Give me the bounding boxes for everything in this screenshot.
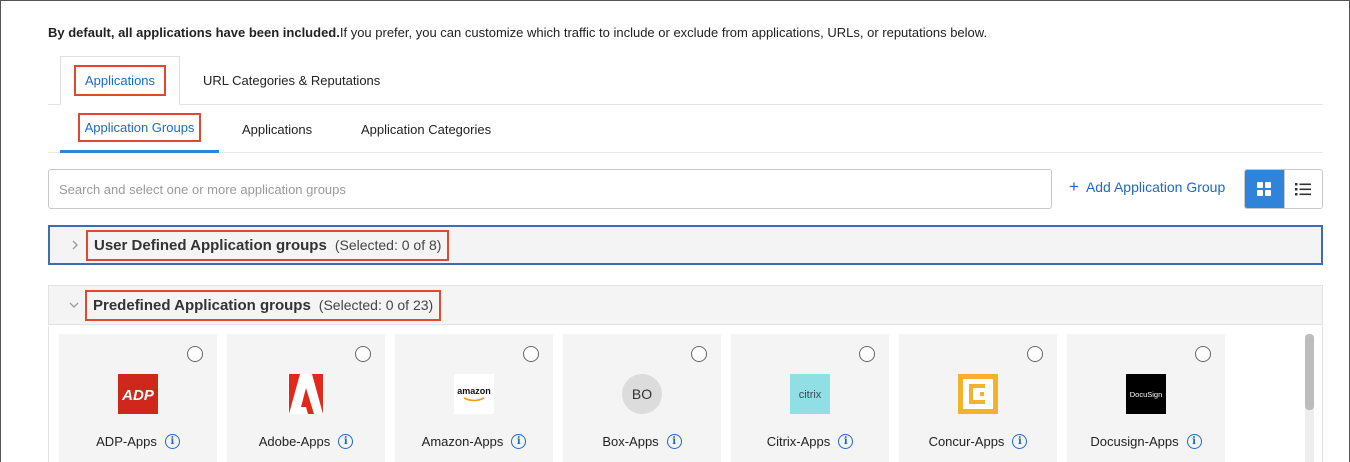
section-user-defined-header: User Defined Application groups (Selecte… <box>86 229 450 261</box>
tab-url-categories[interactable]: URL Categories & Reputations <box>203 56 380 105</box>
select-radio[interactable] <box>187 346 203 362</box>
chevron-right-icon <box>66 240 84 250</box>
section-user-defined-groups[interactable]: User Defined Application groups (Selecte… <box>48 225 1323 265</box>
card-name: Docusign-Apps <box>1090 434 1179 449</box>
list-view-icon <box>1295 182 1312 195</box>
info-icon[interactable]: i <box>164 434 180 449</box>
section-predefined-header: Predefined Application groups (Selected:… <box>85 289 442 321</box>
docusign-logo: DocuSign <box>1126 374 1166 414</box>
info-icon[interactable]: i <box>1186 434 1202 449</box>
card-box-apps[interactable]: BO Box-Apps i <box>563 334 721 462</box>
section-predefined-groups[interactable]: Predefined Application groups (Selected:… <box>48 285 1323 325</box>
tab-applications[interactable]: Applications <box>60 56 180 105</box>
card-citrix-apps[interactable]: citrix Citrix-Apps i <box>731 334 889 462</box>
add-application-group-button[interactable]: + Add Application Group <box>1069 177 1226 196</box>
card-name-row: Amazon-Apps i <box>395 434 553 449</box>
card-concur-apps[interactable]: Concur-Apps i <box>899 334 1057 462</box>
subtab-application-groups[interactable]: Application Groups <box>60 105 219 153</box>
main-tabs: Applications URL Categories & Reputation… <box>48 56 1323 105</box>
tab-applications-label: Applications <box>73 65 167 96</box>
svg-text:DocuSign: DocuSign <box>1130 390 1163 399</box>
section-title: Predefined Application groups <box>93 296 311 314</box>
chevron-down-icon <box>65 301 83 309</box>
card-name-row: Citrix-Apps i <box>731 434 889 449</box>
card-adobe-apps[interactable]: Adobe-Apps i <box>227 334 385 462</box>
info-icon[interactable]: i <box>338 434 354 449</box>
card-name-row: Adobe-Apps i <box>227 434 385 449</box>
subtab-application-categories-label: Application Categories <box>361 121 492 137</box>
adp-logo: ADP <box>118 374 158 414</box>
svg-text:BO: BO <box>632 386 652 402</box>
card-amazon-apps[interactable]: amazon Amazon-Apps i <box>395 334 553 462</box>
scrollbar-thumb[interactable] <box>1305 334 1314 410</box>
subtab-application-categories[interactable]: Application Categories <box>361 105 491 153</box>
card-name: Adobe-Apps <box>258 434 331 449</box>
section-count: (Selected: 0 of 8) <box>334 236 442 253</box>
select-radio[interactable] <box>1195 346 1211 362</box>
card-name: ADP-Apps <box>96 434 157 449</box>
search-input[interactable] <box>48 169 1052 209</box>
grid-view-button[interactable] <box>1245 170 1284 208</box>
plus-icon: + <box>1069 177 1079 196</box>
info-icon[interactable]: i <box>666 434 682 449</box>
select-radio[interactable] <box>1027 346 1043 362</box>
card-adp-apps[interactable]: ADP ADP-Apps i <box>59 334 217 462</box>
application-group-cards: ADP ADP-Apps i Adobe-Apps i amazon Amazo… <box>48 326 1323 462</box>
select-radio[interactable] <box>691 346 707 362</box>
adobe-logo <box>286 374 326 414</box>
card-name: Citrix-Apps <box>766 434 831 449</box>
list-view-button[interactable] <box>1283 170 1322 208</box>
svg-text:ADP: ADP <box>121 387 155 404</box>
view-toggle <box>1244 169 1323 209</box>
section-title: User Defined Application groups <box>94 236 327 254</box>
info-icon[interactable]: i <box>838 434 854 449</box>
tab-url-categories-label: URL Categories & Reputations <box>203 73 381 88</box>
svg-text:amazon: amazon <box>457 386 491 396</box>
select-radio[interactable] <box>859 346 875 362</box>
card-name: Concur-Apps <box>928 434 1005 449</box>
info-icon[interactable]: i <box>511 434 527 449</box>
card-docusign-apps[interactable]: DocuSign Docusign-Apps i <box>1067 334 1225 462</box>
add-application-group-label: Add Application Group <box>1085 179 1226 195</box>
intro-rest: If you prefer, you can customize which t… <box>339 25 988 40</box>
card-name-row: Box-Apps i <box>563 434 721 449</box>
subtab-application-groups-label: Application Groups <box>77 113 202 142</box>
sub-tabs: Application Groups Applications Applicat… <box>48 105 1323 153</box>
concur-logo <box>958 374 998 414</box>
subtab-applications[interactable]: Applications <box>242 105 312 153</box>
section-count: (Selected: 0 of 23) <box>318 296 434 313</box>
card-name-row: Concur-Apps i <box>899 434 1057 449</box>
card-name: Box-Apps <box>602 434 659 449</box>
card-name-row: Docusign-Apps i <box>1067 434 1225 449</box>
card-name-row: ADP-Apps i <box>59 434 217 449</box>
intro-bold: By default, all applications have been i… <box>48 25 340 40</box>
intro-text: By default, all applications have been i… <box>48 25 987 40</box>
amazon-logo: amazon <box>454 374 494 414</box>
select-radio[interactable] <box>523 346 539 362</box>
cards-scrollbar[interactable] <box>1305 334 1314 462</box>
svg-text:citrix: citrix <box>799 389 822 401</box>
card-name: Amazon-Apps <box>421 434 504 449</box>
info-icon[interactable]: i <box>1012 434 1028 449</box>
select-radio[interactable] <box>355 346 371 362</box>
grid-view-icon <box>1257 182 1272 196</box>
subtab-applications-label: Applications <box>242 121 313 137</box>
box-logo: BO <box>622 374 662 414</box>
citrix-logo: citrix <box>790 374 830 414</box>
